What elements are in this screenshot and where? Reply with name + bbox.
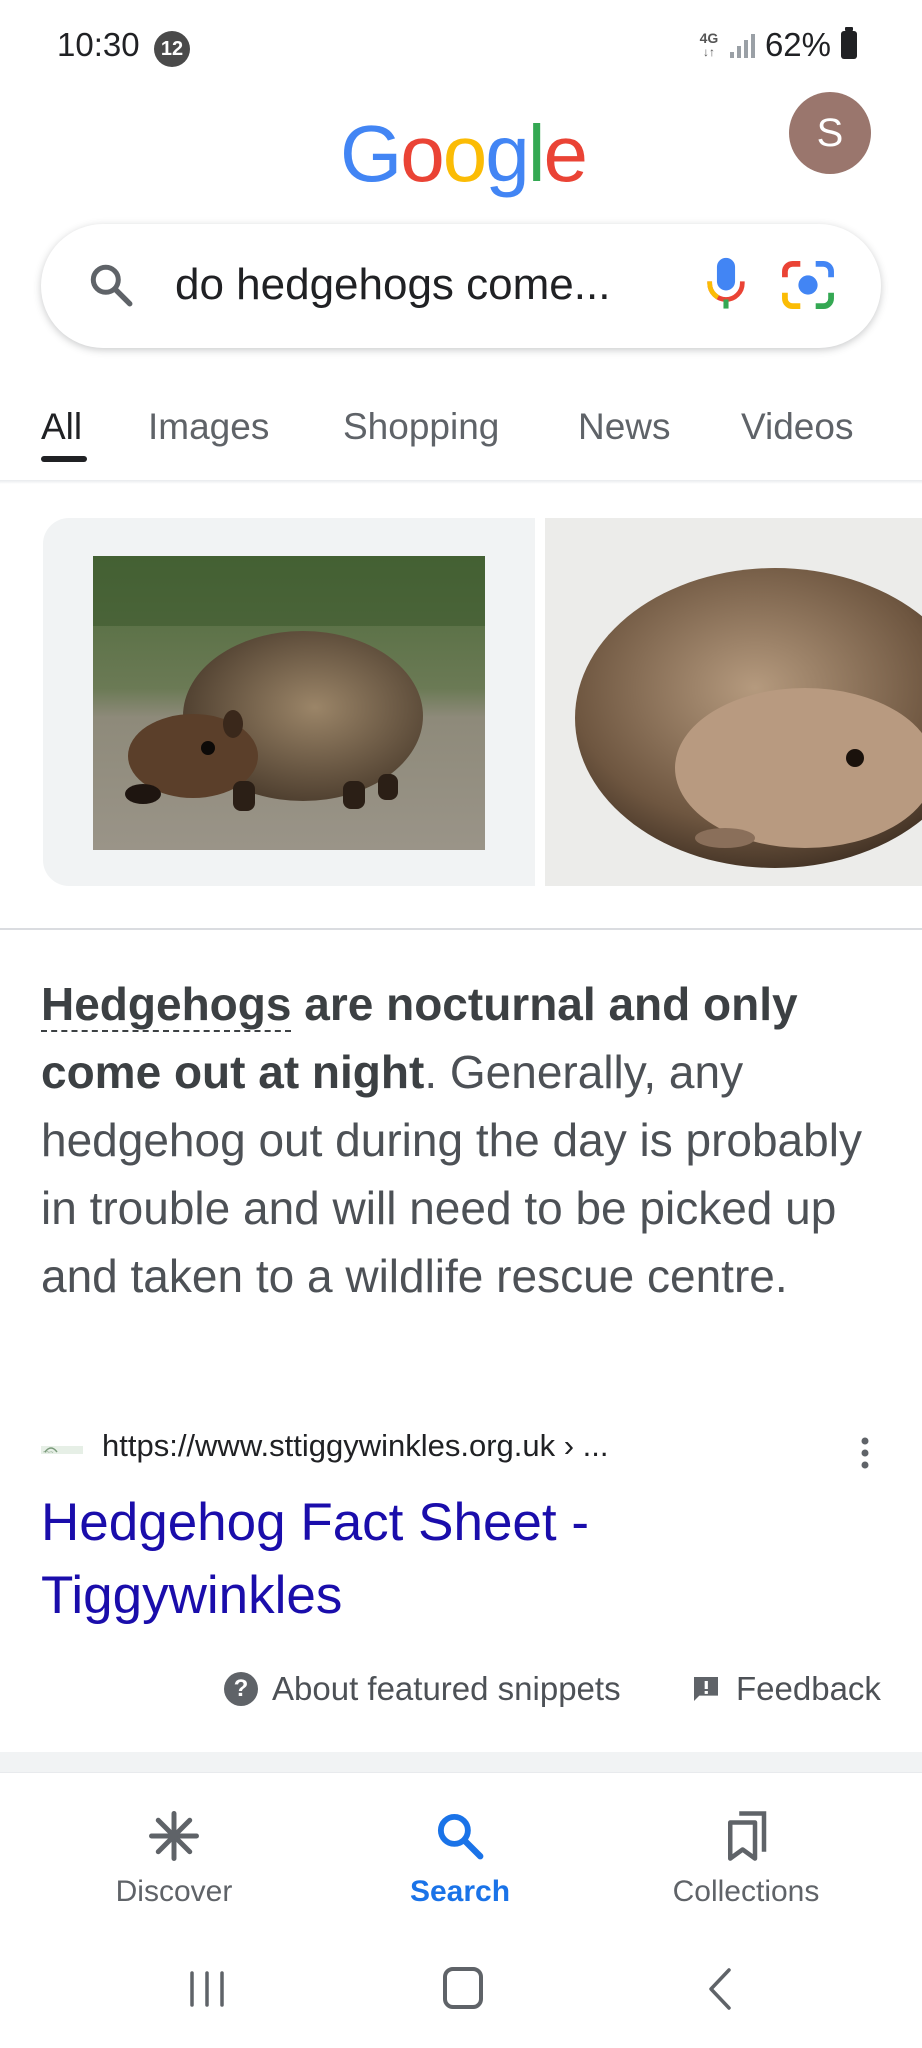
tab-videos[interactable]: Videos [741,406,853,448]
recents-icon[interactable] [187,1970,227,2008]
feedback-label: Feedback [736,1670,881,1707]
about-featured-snippets-label: About featured snippets [272,1670,621,1707]
about-featured-snippets-link[interactable]: ? About featured snippets [224,1670,621,1708]
help-icon: ? [224,1672,258,1706]
featured-snippet: Hedgehogs are nocturnal and only come ou… [41,970,881,1310]
search-input[interactable]: do hedgehogs come... [175,260,610,310]
logo-letter: o [442,109,487,198]
svg-text:~~~: ~~~ [43,1450,54,1456]
logo-letter: o [400,109,444,198]
camera-lens-icon[interactable] [781,260,835,310]
search-tabs: All Images Shopping News Videos [0,380,922,480]
section-band [0,1752,922,1772]
site-favicon-icon: ~~~ [41,1446,83,1456]
hedgehog-image-1[interactable] [93,556,485,850]
network-type-label: 4G [699,30,719,46]
data-arrows-icon: ↓↑ [702,45,715,59]
nav-search[interactable]: Search [330,1773,590,1923]
search-icon[interactable] [86,260,136,310]
tab-news[interactable]: News [578,406,671,448]
status-indicators: 4G ↓↑ 62% [698,26,857,64]
hedgehog-image-2[interactable] [545,518,922,886]
battery-icon [841,27,857,59]
tabs-divider [0,480,922,484]
battery-percentage: 62% [764,26,831,63]
nav-discover[interactable]: Discover [44,1773,304,1923]
section-divider [0,928,922,930]
logo-letter: e [543,109,588,198]
status-time: 10:30 [57,26,140,63]
snippet-bold-term[interactable]: Hedgehogs [41,978,292,1032]
notification-count-badge: 12 [154,31,190,67]
search-bar[interactable]: do hedgehogs come... [41,224,881,348]
back-icon[interactable] [705,1967,735,2011]
system-navigation-bar [0,1922,922,2048]
search-icon [437,1813,484,1860]
home-icon[interactable] [443,1967,483,2009]
tab-images[interactable]: Images [148,406,269,448]
microphone-icon[interactable] [704,256,748,314]
logo-letter: l [527,109,546,198]
nav-collections-label: Collections [672,1875,820,1908]
feedback-link[interactable]: Feedback [690,1670,881,1708]
nav-search-label: Search [409,1875,511,1908]
result-title-link[interactable]: Hedgehog Fact Sheet - Tiggywinkles [41,1486,741,1632]
signal-icon [729,32,755,58]
asterisk-icon [149,1811,199,1861]
status-bar: 10:30 12 4G ↓↑ 62% [0,0,922,92]
bottom-navigation: Discover Search Collections [0,1772,922,1922]
account-avatar[interactable]: S [789,92,871,174]
more-options-icon[interactable] [855,1433,875,1473]
collections-icon [728,1811,767,1861]
feedback-icon [694,1677,718,1701]
logo-letter: G [340,109,402,198]
nav-discover-label: Discover [115,1875,233,1908]
active-tab-indicator [41,456,87,462]
nav-collections[interactable]: Collections [616,1773,876,1923]
result-url[interactable]: https://www.sttiggywinkles.org.uk › ... [102,1428,609,1464]
network-type-icon: 4G ↓↑ [698,31,720,59]
logo-letter: g [485,109,529,198]
tab-shopping[interactable]: Shopping [343,406,499,448]
tab-all[interactable]: All [41,406,82,448]
google-logo[interactable]: Google [340,108,588,200]
